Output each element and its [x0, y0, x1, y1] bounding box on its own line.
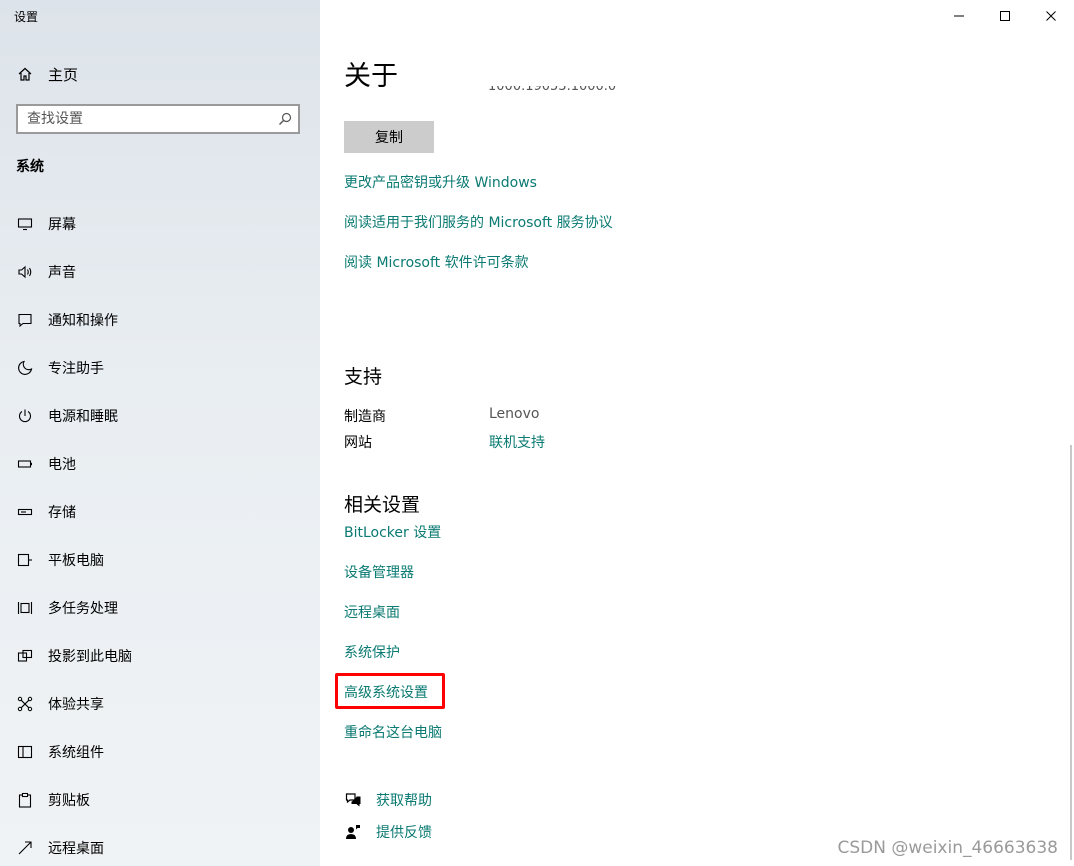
maximize-button[interactable]	[982, 0, 1028, 32]
battery-icon	[16, 455, 34, 473]
watermark: CSDN @weixin_46663638	[837, 838, 1058, 858]
feedback-link[interactable]: 提供反馈	[344, 822, 432, 842]
window-title: 设置	[14, 10, 39, 24]
get-help-label: 获取帮助	[376, 793, 432, 809]
tablet-icon	[16, 551, 34, 569]
sidebar-item-label: 远程桌面	[48, 841, 104, 857]
sidebar-item-label: 多任务处理	[48, 601, 118, 617]
project-icon	[16, 647, 34, 665]
sidebar-item-label: 声音	[48, 265, 76, 281]
search-input[interactable]	[18, 110, 272, 128]
display-icon	[16, 215, 34, 233]
maximize-icon	[999, 7, 1011, 26]
clipboard-icon	[16, 791, 34, 809]
sidebar-item-label: 平板电脑	[48, 553, 104, 569]
sidebar-item-label: 电源和睡眠	[48, 409, 118, 425]
remote-desktop-icon	[16, 839, 34, 857]
online-support-link[interactable]: 联机支持	[489, 432, 545, 452]
device-manager-link[interactable]: 设备管理器	[344, 562, 414, 582]
system-protection-link[interactable]: 系统保护	[344, 642, 400, 662]
main-content: 关于 1000.19053.1000.0 复制 更改产品密钥或升级 Window…	[320, 0, 1074, 866]
copy-button[interactable]: 复制	[344, 121, 434, 153]
sidebar-item-storage[interactable]: 存储	[0, 488, 320, 536]
sidebar-item-power[interactable]: 电源和睡眠	[0, 392, 320, 440]
sidebar-item-label: 电池	[48, 457, 76, 473]
minimize-button[interactable]	[936, 0, 982, 32]
share-icon	[16, 695, 34, 713]
support-heading: 支持	[344, 366, 383, 388]
minimize-icon	[953, 7, 965, 26]
moon-icon	[16, 359, 34, 377]
sidebar-item-shared-experiences[interactable]: 体验共享	[0, 680, 320, 728]
sidebar-item-label: 专注助手	[48, 361, 104, 377]
services-agreement-link[interactable]: 阅读适用于我们服务的 Microsoft 服务协议	[344, 212, 613, 232]
sidebar-item-label: 通知和操作	[48, 313, 118, 329]
related-settings-heading: 相关设置	[344, 494, 421, 516]
sidebar-item-label: 剪贴板	[48, 793, 90, 809]
feedback-label: 提供反馈	[376, 825, 432, 841]
sidebar-item-label: 体验共享	[48, 697, 104, 713]
remote-desktop-link[interactable]: 远程桌面	[344, 602, 400, 622]
help-chat-icon	[344, 791, 362, 809]
home-icon	[14, 66, 36, 82]
sidebar-item-label: 存储	[48, 505, 76, 521]
components-icon	[16, 743, 34, 761]
page-title: 关于	[344, 61, 398, 92]
search-icon[interactable]	[272, 112, 298, 126]
get-help-link[interactable]: 获取帮助	[344, 790, 432, 810]
sidebar-item-multitasking[interactable]: 多任务处理	[0, 584, 320, 632]
power-icon	[16, 407, 34, 425]
sidebar-item-remote-desktop[interactable]: 远程桌面	[0, 824, 320, 866]
sidebar-item-display[interactable]: 屏幕	[0, 200, 320, 248]
manufacturer-label: 制造商	[344, 409, 386, 425]
search-box	[16, 104, 300, 134]
bitlocker-settings-link[interactable]: BitLocker 设置	[344, 522, 441, 542]
sidebar-section-system: 系统	[16, 159, 44, 175]
rename-pc-link[interactable]: 重命名这台电脑	[344, 722, 442, 742]
highlight-box	[335, 673, 445, 709]
sidebar-item-battery[interactable]: 电池	[0, 440, 320, 488]
notification-icon	[16, 311, 34, 329]
sidebar-item-focus-assist[interactable]: 专注助手	[0, 344, 320, 392]
sidebar-item-label: 主页	[48, 65, 79, 84]
close-icon	[1045, 7, 1057, 26]
sidebar-item-clipboard[interactable]: 剪贴板	[0, 776, 320, 824]
scrollbar[interactable]	[1070, 445, 1072, 860]
website-label: 网站	[344, 435, 372, 451]
sidebar: 设置 主页 系统 屏幕 声音 通知和操作 专注助手	[0, 0, 320, 866]
license-terms-link[interactable]: 阅读 Microsoft 软件许可条款	[344, 252, 529, 272]
sidebar-item-label: 投影到此电脑	[48, 649, 132, 665]
multitask-icon	[16, 599, 34, 617]
speaker-icon	[16, 263, 34, 281]
sidebar-item-sound[interactable]: 声音	[0, 248, 320, 296]
sidebar-item-system-components[interactable]: 系统组件	[0, 728, 320, 776]
os-build-value: 1000.19053.1000.0	[488, 86, 617, 94]
storage-icon	[16, 503, 34, 521]
change-product-key-link[interactable]: 更改产品密钥或升级 Windows	[344, 172, 537, 192]
feedback-person-icon	[344, 823, 362, 841]
sidebar-item-project[interactable]: 投影到此电脑	[0, 632, 320, 680]
sidebar-item-tablet[interactable]: 平板电脑	[0, 536, 320, 584]
sidebar-item-label: 系统组件	[48, 745, 104, 761]
sidebar-item-label: 屏幕	[48, 217, 76, 233]
close-button[interactable]	[1028, 0, 1074, 32]
window-controls	[936, 0, 1074, 32]
sidebar-item-home[interactable]: 主页	[14, 60, 78, 88]
manufacturer-value: Lenovo	[489, 406, 540, 422]
sidebar-nav: 屏幕 声音 通知和操作 专注助手 电源和睡眠 电池 存储 平板电脑 多任务处理 …	[0, 200, 320, 866]
sidebar-item-notifications[interactable]: 通知和操作	[0, 296, 320, 344]
